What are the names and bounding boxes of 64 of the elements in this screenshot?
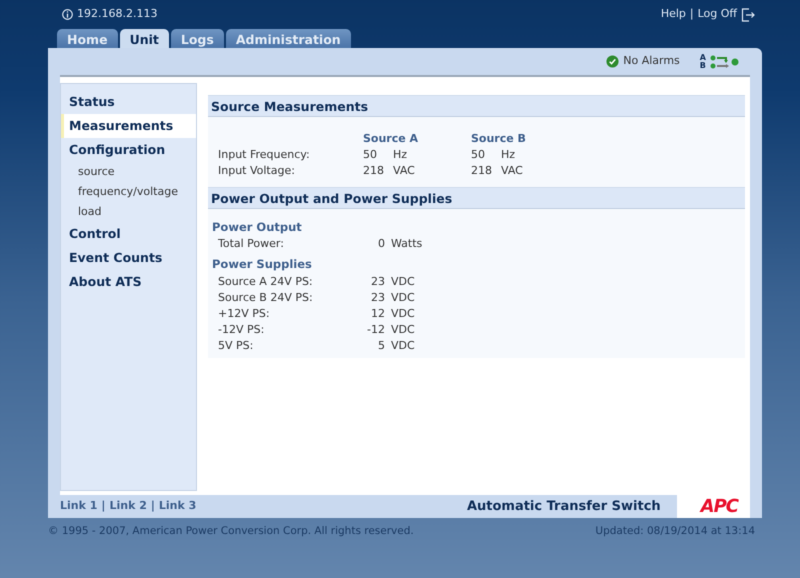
sidebar-item[interactable]: Control [61,222,196,246]
group-header: Power Supplies [211,256,313,274]
reading-unit: Watts [391,236,424,252]
sidebar-item[interactable]: About ATS [61,270,196,294]
reading-value: 23 [370,274,386,290]
separator: | [150,498,155,514]
separator: | [690,6,694,22]
brand-logo: APC [676,495,750,518]
source-letter: B [700,62,706,70]
sidebar-item[interactable]: Status [61,90,196,114]
section-header: Source Measurements [208,95,745,117]
separator: | [101,498,106,514]
top-link[interactable]: Log Off [698,6,737,23]
reading-unit: VDC [391,290,416,306]
sidebar-item[interactable]: Measurements [61,114,196,138]
product-name: Automatic Transfer Switch [466,498,661,516]
row-label: Total Power: [217,236,285,252]
logout-icon[interactable] [741,8,755,22]
reading-value: 23 [370,290,386,306]
column-header: Source B [471,131,527,147]
footer-link[interactable]: Link 3 [158,498,196,515]
reading-value: 218 [363,163,385,179]
reading-value: 50 [363,147,378,163]
reading-unit: Hz [393,147,408,163]
row-label: Source A 24V PS: [217,274,314,290]
group-header: Power Output [211,219,303,236]
row-label: Input Voltage: [217,163,296,179]
row-label: Input Frequency: [217,147,311,163]
updated-text: Updated: 08/19/2014 at 13:14 [595,524,755,539]
source-letter: A [700,54,706,62]
sidebar-item[interactable]: Configuration [61,138,196,162]
nav-tab[interactable]: Unit [120,29,169,48]
alarm-status: No Alarms [623,53,680,70]
top-link[interactable]: Help [660,6,686,23]
sidebar-subitem[interactable]: load [61,202,196,222]
column-header: Source A [363,131,420,147]
reading-value: 0 [377,236,386,252]
reading-unit: VAC [393,163,416,179]
reading-unit: VDC [391,306,416,322]
row-label: +12V PS: [217,306,271,322]
sidebar-item[interactable]: Event Counts [61,246,196,270]
reading-unit: VAC [501,163,524,179]
ip-address: 192.168.2.113 [77,6,158,22]
reading-value: 12 [370,306,386,322]
reading-value: 5 [377,338,386,354]
row-label: 5V PS: [217,338,254,354]
row-label: Source B 24V PS: [217,290,314,306]
footer-link[interactable]: Link 1 [60,498,98,515]
transfer-switch-icon [710,54,740,70]
check-icon [606,55,620,68]
reading-unit: VDC [391,322,416,338]
reading-unit: Hz [501,147,516,163]
sidebar-subitem[interactable]: source [61,162,196,182]
row-label: -12V PS: [217,322,266,338]
info-icon [62,9,73,20]
reading-unit: VDC [391,338,416,354]
reading-value: 50 [471,147,486,163]
sidebar-subitem[interactable]: frequency/voltage [61,182,196,202]
section-header: Power Output and Power Supplies [208,187,745,209]
reading-value: -12 [366,322,386,338]
reading-unit: VDC [391,274,416,290]
copyright-text: © 1995 - 2007, American Power Conversion Corp. All rights reserved. [48,524,414,539]
footer-link[interactable]: Link 2 [109,498,147,515]
reading-value: 218 [471,163,493,179]
